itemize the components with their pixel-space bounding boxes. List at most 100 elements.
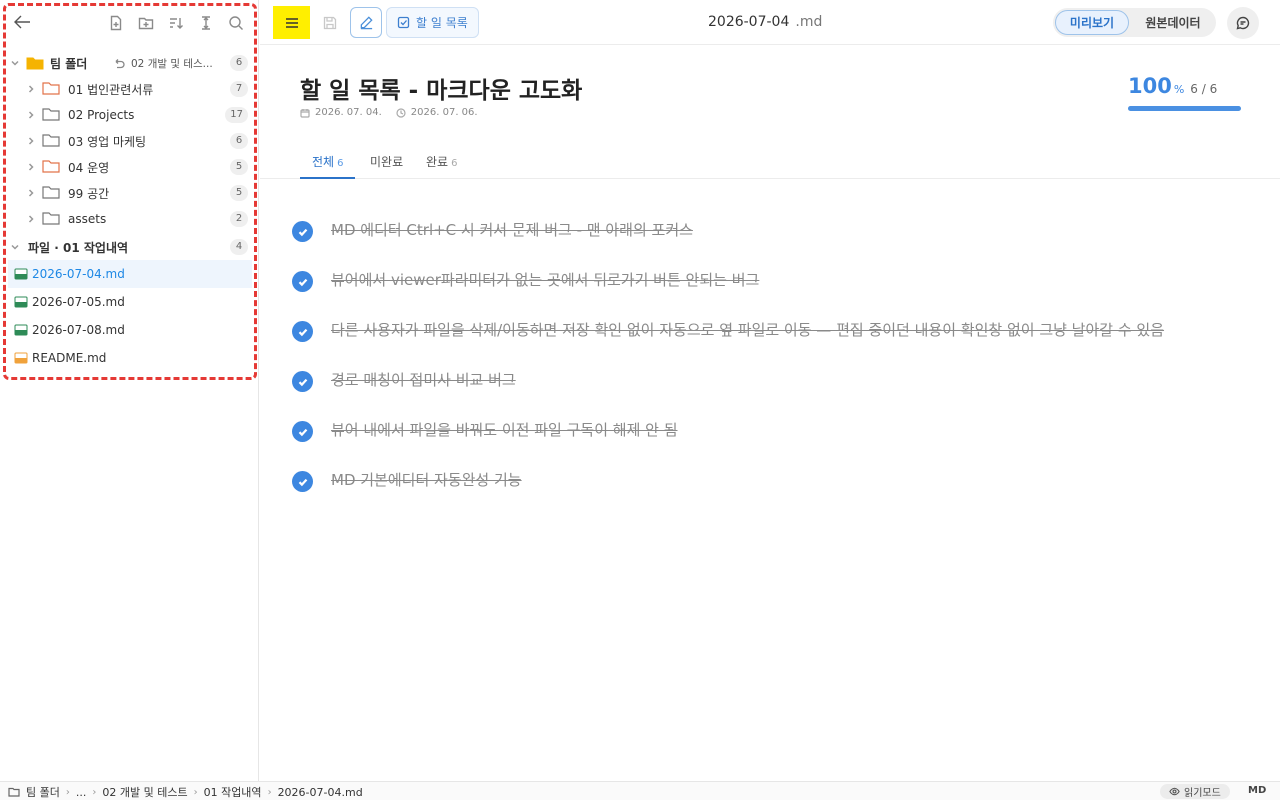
task-text: 뷰어 내에서 파일을 바꿔도 이전 파일 구독이 해제 안 됨 [331, 421, 678, 439]
preview-tab[interactable]: 미리보기 [1055, 10, 1129, 35]
folder-label: 01 법인관련서류 [68, 82, 154, 97]
breadcrumb-item[interactable]: 02 개발 및 테스트 [102, 784, 187, 800]
breadcrumb-item[interactable]: 01 작업내역 [204, 784, 262, 800]
tab-count: 6 [337, 158, 344, 169]
chevron-right-icon[interactable] [24, 134, 38, 148]
read-mode-button[interactable]: 읽기모드 [1160, 784, 1230, 799]
team-folder-row[interactable]: 팀 폴더 02 개발 및 테스... 6 [8, 50, 252, 76]
breadcrumb-item[interactable]: ... [76, 786, 87, 799]
document-name: 2026-07-04 [708, 14, 790, 30]
view-mode-toggle: 미리보기 원본데이터 [1053, 8, 1216, 37]
folder-count: 7 [230, 81, 248, 97]
progress-bar-fill [1128, 106, 1241, 111]
tab-filter[interactable]: 미완료 [358, 149, 415, 179]
tab-filter[interactable]: 완료 6 [414, 149, 469, 179]
breadcrumb-item[interactable]: 2026-07-04.md [278, 786, 363, 799]
back-arrow-icon[interactable] [10, 10, 34, 34]
tab-filter[interactable]: 전체 6 [300, 149, 356, 179]
checkbox-icon [397, 16, 410, 29]
chevron-right-icon[interactable] [24, 160, 38, 174]
todo-list-chip[interactable]: 할 일 목록 [386, 7, 479, 38]
document-view: 할 일 목록 - 마크다운 고도화 2026. 07. 04. 2026. 07… [260, 46, 1280, 781]
save-icon [323, 16, 337, 30]
checkmark-circle-icon[interactable] [292, 271, 313, 292]
file-row[interactable]: 2026-07-04.md [8, 260, 252, 288]
folder-count: 5 [230, 159, 248, 175]
file-row[interactable]: README.md [8, 344, 252, 372]
chevron-right-icon[interactable] [24, 108, 38, 122]
eye-icon [1169, 787, 1180, 796]
breadcrumb-item[interactable]: 팀 폴더 [26, 784, 60, 800]
folder-label: 03 영업 마케팅 [68, 134, 147, 149]
checkmark-circle-icon[interactable] [292, 421, 313, 442]
new-file-icon[interactable] [104, 11, 128, 35]
updated-date: 2026. 07. 06. [410, 107, 478, 118]
folder-row[interactable]: 04 운영 5 [8, 154, 252, 180]
pencil-icon [360, 16, 373, 30]
new-folder-icon[interactable] [134, 11, 158, 35]
task-filter-tabs: 전체 6 미완료 완료 6 [260, 149, 1280, 179]
document-extension: .md [795, 14, 823, 30]
task-text: 경로 매칭이 접미사 비교 버그 [331, 371, 516, 389]
clock-icon [396, 107, 406, 118]
task-text: 다른 사용자가 파일을 삭제/이동하면 저장 확인 없이 자동으로 옆 파일로 … [331, 321, 1165, 339]
files-section-header[interactable]: 파일 · 01 작업내역 4 [8, 234, 252, 260]
markdown-file-icon [14, 351, 28, 365]
folder-row[interactable]: 01 법인관련서류 7 [8, 76, 252, 102]
folder-label: 02 Projects [68, 108, 135, 122]
file-label: 2026-07-08.md [32, 323, 125, 337]
checkmark-circle-icon[interactable] [292, 471, 313, 492]
page-title: 할 일 목록 - 마크다운 고도화 [300, 78, 583, 104]
checkmark-circle-icon[interactable] [292, 371, 313, 392]
edit-button[interactable] [350, 7, 382, 38]
file-row[interactable]: 2026-07-05.md [8, 288, 252, 316]
folder-row[interactable]: 02 Projects 17 [8, 102, 252, 128]
folder-row[interactable]: 99 공간 5 [8, 180, 252, 206]
checkmark-circle-icon[interactable] [292, 221, 313, 242]
collapse-all-icon[interactable] [194, 11, 218, 35]
folder-icon [8, 787, 20, 797]
tab-count: 6 [451, 158, 458, 169]
chevron-down-icon[interactable] [8, 56, 22, 70]
folder-label: 04 운영 [68, 160, 110, 175]
editor-topbar: 할 일 목록 2026-07-04 .md 미리보기 원본데이터 [260, 0, 1280, 45]
current-path-hint[interactable]: 02 개발 및 테스... [113, 56, 213, 71]
sort-icon[interactable] [164, 11, 188, 35]
search-icon[interactable] [224, 11, 248, 35]
files-section-count: 4 [230, 239, 248, 255]
sidebar-toolbar [8, 8, 252, 38]
progress-percent-symbol: % [1173, 83, 1185, 96]
format-badge: MD [1248, 785, 1267, 796]
task-item: MD 에디터 Ctrl+C 시 커서 문제 버그 - 맨 아래의 포커스 [292, 218, 1252, 242]
folder-count: 5 [230, 185, 248, 201]
chevron-down-icon[interactable] [8, 240, 22, 254]
checkmark-circle-icon[interactable] [292, 321, 313, 342]
todo-file-icon [14, 323, 28, 337]
chevron-right-icon[interactable] [24, 186, 38, 200]
menu-button[interactable] [273, 6, 310, 39]
folder-icon [42, 81, 60, 98]
task-item: 경로 매칭이 접미사 비교 버그 [292, 368, 1252, 392]
file-row[interactable]: 2026-07-08.md [8, 316, 252, 344]
task-item: 뷰어에서 viewer파라미터가 없는 곳에서 뒤로가기 버튼 안되는 버그 [292, 268, 1252, 292]
chevron-right-icon: › [65, 786, 70, 798]
comments-button[interactable] [1227, 7, 1259, 39]
todo-file-icon [14, 295, 28, 309]
task-text: MD 에디터 Ctrl+C 시 커서 문제 버그 - 맨 아래의 포커스 [331, 221, 693, 239]
folder-label: 99 공간 [68, 186, 110, 201]
folder-icon [42, 185, 60, 202]
task-item: 다른 사용자가 파일을 삭제/이동하면 저장 확인 없이 자동으로 옆 파일로 … [292, 318, 1252, 342]
folder-row[interactable]: assets 2 [8, 206, 252, 232]
chevron-right-icon[interactable] [24, 82, 38, 96]
file-label: 2026-07-05.md [32, 295, 125, 309]
folder-tree: 팀 폴더 02 개발 및 테스... 6 01 법인관련서류 7 02 Projec… [8, 50, 252, 372]
read-mode-label: 읽기모드 [1184, 788, 1221, 799]
progress-percent: 100 [1128, 74, 1172, 98]
folder-icon [42, 107, 60, 124]
save-button[interactable] [318, 11, 342, 35]
raw-data-tab[interactable]: 원본데이터 [1133, 10, 1213, 35]
chevron-right-icon[interactable] [24, 212, 38, 226]
chevron-right-icon: › [267, 786, 272, 798]
folder-row[interactable]: 03 영업 마케팅 6 [8, 128, 252, 154]
folder-count: 6 [230, 133, 248, 149]
